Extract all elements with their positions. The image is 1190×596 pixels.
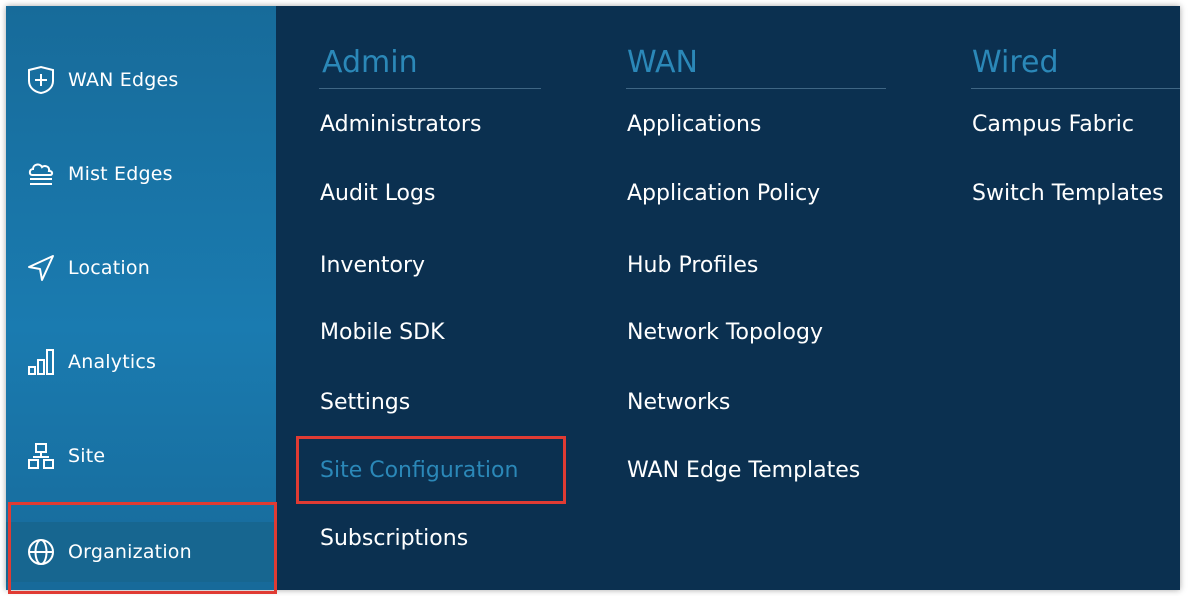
- wan-column-header: WAN: [627, 45, 698, 80]
- sidebar-item-label: Analytics: [68, 351, 157, 373]
- menu-link-hub-profiles[interactable]: Hub Profiles: [627, 253, 758, 278]
- org-menu-frame: WAN Edges Mist Edges Location Analytics: [6, 6, 1180, 590]
- menu-link-applications[interactable]: Applications: [627, 112, 761, 137]
- sidebar-item-label: Organization: [68, 541, 192, 563]
- sidebar-item-analytics[interactable]: Analytics: [6, 332, 276, 392]
- sidebar-item-wan-edges[interactable]: WAN Edges: [6, 50, 276, 110]
- sidebar-item-site[interactable]: Site: [6, 426, 276, 486]
- menu-link-campus-fabric[interactable]: Campus Fabric: [972, 112, 1134, 137]
- shield-plus-icon: [26, 65, 56, 95]
- sidebar-item-mist-edges[interactable]: Mist Edges: [6, 144, 276, 204]
- menu-link-inventory[interactable]: Inventory: [320, 253, 425, 278]
- navigation-arrow-icon: [26, 253, 56, 283]
- wired-header-divider: [971, 88, 1180, 89]
- wan-header-divider: [626, 88, 886, 89]
- sidebar-item-label: Site: [68, 445, 106, 467]
- menu-link-application-policy[interactable]: Application Policy: [627, 181, 820, 206]
- sidebar-item-label: Mist Edges: [68, 163, 173, 185]
- bar-chart-icon: [26, 347, 56, 377]
- sidebar-item-label: Location: [68, 257, 150, 279]
- sidebar-item-location[interactable]: Location: [6, 238, 276, 298]
- sidebar-item-organization[interactable]: Organization: [6, 522, 276, 582]
- admin-header-divider: [319, 88, 541, 89]
- menu-link-settings[interactable]: Settings: [320, 390, 410, 415]
- wired-column-header: Wired: [972, 45, 1059, 80]
- menu-link-wan-edge-templates[interactable]: WAN Edge Templates: [627, 458, 860, 483]
- site-hierarchy-icon: [26, 441, 56, 471]
- menu-link-mobile-sdk[interactable]: Mobile SDK: [320, 320, 445, 345]
- menu-link-administrators[interactable]: Administrators: [320, 112, 481, 137]
- admin-column-header: Admin: [322, 45, 418, 80]
- menu-link-networks[interactable]: Networks: [627, 390, 730, 415]
- cloud-stack-icon: [26, 159, 56, 189]
- sidebar: WAN Edges Mist Edges Location Analytics: [6, 6, 276, 590]
- menu-link-switch-templates[interactable]: Switch Templates: [972, 181, 1164, 206]
- menu-link-site-configuration[interactable]: Site Configuration: [320, 458, 518, 483]
- sidebar-item-label: WAN Edges: [68, 69, 179, 91]
- menu-link-network-topology[interactable]: Network Topology: [627, 320, 823, 345]
- globe-icon: [26, 537, 56, 567]
- menu-link-subscriptions[interactable]: Subscriptions: [320, 526, 468, 551]
- menu-link-audit-logs[interactable]: Audit Logs: [320, 181, 435, 206]
